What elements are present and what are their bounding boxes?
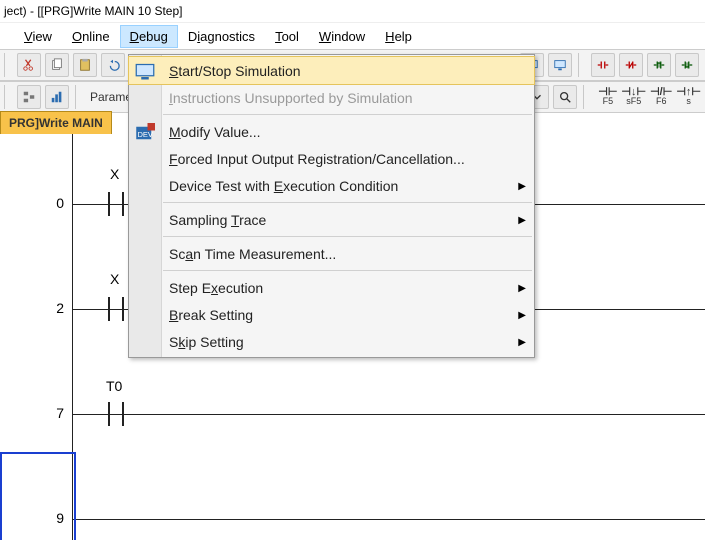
menu-view[interactable]: View	[14, 25, 62, 48]
debug-menu: Start/Stop Simulation Instructions Unsup…	[128, 54, 535, 358]
menu-diagnostics[interactable]: Diagnostics	[178, 25, 265, 48]
submenu-arrow-icon: ▶	[518, 215, 526, 226]
submenu-arrow-icon: ▶	[518, 181, 526, 192]
document-tab[interactable]: PRG]Write MAIN	[0, 111, 112, 135]
rising-button[interactable]	[647, 53, 671, 77]
menu-item-skip-setting[interactable]: Skip Setting▶	[129, 328, 534, 355]
menu-help[interactable]: Help	[375, 25, 422, 48]
menu-item-unsupported: Instructions Unsupported by Simulation	[129, 84, 534, 111]
svg-text:DEV: DEV	[138, 130, 153, 139]
copy-button[interactable]	[45, 53, 69, 77]
monitor2-button[interactable]	[548, 53, 572, 77]
paste-button[interactable]	[73, 53, 97, 77]
menu-separator	[163, 270, 532, 271]
cut-button[interactable]	[17, 53, 41, 77]
menu-window[interactable]: Window	[309, 25, 375, 48]
chart-button[interactable]	[45, 85, 69, 109]
menu-online[interactable]: Online	[62, 25, 120, 48]
menu-item-start-stop-simulation[interactable]: Start/Stop Simulation	[129, 57, 534, 84]
menu-item-break-setting[interactable]: Break Setting▶	[129, 301, 534, 328]
submenu-arrow-icon: ▶	[518, 283, 526, 294]
menu-separator	[163, 114, 532, 115]
contact-a-button[interactable]	[591, 53, 615, 77]
function-key-labels: ⊣⊢F5 ⊣↓⊢sF5 ⊣/⊢F6 ⊣↑⊢s	[598, 88, 701, 106]
dev-icon: DEV	[135, 123, 155, 141]
menu-item-step-execution[interactable]: Step Execution▶	[129, 274, 534, 301]
contact-label: X	[110, 166, 119, 182]
step-number: 2	[40, 300, 64, 316]
menu-item-modify-value[interactable]: DEV Modify Value...	[129, 118, 534, 145]
submenu-arrow-icon: ▶	[518, 337, 526, 348]
selection-box	[0, 452, 76, 540]
menu-item-sampling-trace[interactable]: Sampling Trace▶	[129, 206, 534, 233]
menubar: View Online Debug Diagnostics Tool Windo…	[0, 23, 705, 49]
menu-debug[interactable]: Debug	[120, 25, 178, 48]
menu-separator	[163, 236, 532, 237]
submenu-arrow-icon: ▶	[518, 310, 526, 321]
step-number: 0	[40, 195, 64, 211]
contact-label: T0	[106, 378, 122, 394]
menu-separator	[163, 202, 532, 203]
falling-button[interactable]	[675, 53, 699, 77]
menu-item-device-test[interactable]: Device Test with Execution Condition▶	[129, 172, 534, 199]
step-number: 7	[40, 405, 64, 421]
tree-button[interactable]	[17, 85, 41, 109]
zoom-button[interactable]	[553, 85, 577, 109]
contact-b-button[interactable]	[619, 53, 643, 77]
menu-item-scan-time[interactable]: Scan Time Measurement...	[129, 240, 534, 267]
monitor-icon	[135, 62, 155, 80]
contact-label: X	[110, 271, 119, 287]
window-title: ject) - [[PRG]Write MAIN 10 Step]	[0, 0, 705, 23]
menu-tool[interactable]: Tool	[265, 25, 309, 48]
undo-button[interactable]	[101, 53, 125, 77]
menu-item-forced-io[interactable]: Forced Input Output Registration/Cancell…	[129, 145, 534, 172]
